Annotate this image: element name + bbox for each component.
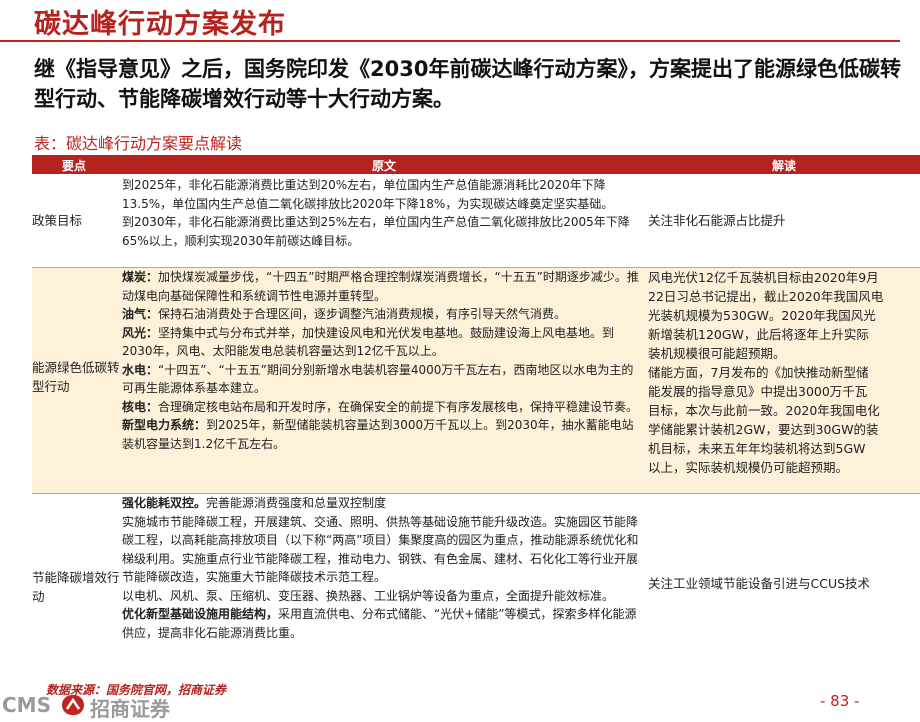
interpretation-line: 风电光伏12亿千瓦装机目标由2020年9月 bbox=[648, 270, 879, 285]
paragraph-label: 风光： bbox=[122, 325, 159, 340]
logo-chinese: 招商证券 bbox=[90, 697, 170, 721]
paragraph-text: 到2025年，非化石能源消费比重达到20%左右，单位国内生产总值能源消耗比202… bbox=[122, 178, 614, 211]
paragraph-label: 煤炭： bbox=[122, 270, 159, 284]
paragraph: 强化能耗双控。完善能源消费强度和总量双控制度 bbox=[122, 494, 644, 513]
paragraph-text: 合理确定核电站布局和开发时序，在确保安全的前提下有序发展核电，保持平稳建设节奏。 bbox=[158, 399, 639, 414]
row-original: 煤炭：加快煤炭减量步伐，“十四五”时期严格合理控制煤炭消费增长，“十五五”时期逐… bbox=[122, 268, 644, 453]
interpretation-line: 新增装机120GW，此后将逐年上升实际 bbox=[648, 327, 869, 342]
paragraph: 水电：“十四五”、“十五五”期间分别新增水电装机容量4000万千瓦左右，西南地区… bbox=[122, 361, 644, 398]
page-number: - 83 - bbox=[820, 692, 860, 710]
interpretation-line: 关注工业领域节能设备引进与CCUS技术 bbox=[648, 576, 871, 591]
header-interpretation: 解读 bbox=[772, 159, 797, 173]
table-header: 要点 原文 解读 bbox=[32, 155, 920, 174]
paragraph-text: 坚持集中式与分布式并举，加快建设风电和光伏发电基地。鼓励建设海上风电基地。到20… bbox=[122, 325, 615, 359]
table-row: 能源绿色低碳转型行动 煤炭：加快煤炭减量步伐，“十四五”时期严格合理控制煤炭消费… bbox=[32, 268, 920, 493]
title-rule bbox=[0, 40, 900, 42]
paragraph-text: 加快煤炭减量步伐，“十四五”时期严格合理控制煤炭消费增长，“十五五”时期逐步减少… bbox=[122, 270, 639, 303]
paragraph-text: 保持石油消费处于合理区间，逐步调整汽油消费规模，有序引导天然气消费。 bbox=[158, 307, 567, 321]
logo-text: CMS bbox=[2, 693, 51, 717]
table-caption: 表：碳达峰行动方案要点解读 bbox=[34, 134, 243, 153]
header-key: 要点 bbox=[62, 159, 87, 173]
table-row: 节能降碳增效行动 强化能耗双控。完善能源消费强度和总量双控制度 实施城市节能降碳… bbox=[32, 494, 920, 680]
paragraph-text: “十四五”、“十五五”期间分别新增水电装机容量4000万千瓦左右，西南地区以水电… bbox=[122, 362, 634, 396]
paragraph: 实施城市节能降碳工程，开展建筑、交通、照明、供热等基础设施节能升级改造。实施园区… bbox=[122, 513, 644, 587]
row-key: 政策目标 bbox=[32, 213, 83, 228]
interpretation-line: 目标，本次与此前一致。2020年我国电化 bbox=[648, 403, 880, 418]
paragraph: 优化新型基础设施用能结构，采用直流供电、分布式储能、“光伏+储能”等模式，探索多… bbox=[122, 605, 644, 642]
logo-mark-icon bbox=[62, 695, 84, 715]
paragraph: 核电：合理确定核电站布局和开发时序，在确保安全的前提下有序发展核电，保持平稳建设… bbox=[122, 398, 644, 417]
interpretation-line: 22日习总书记提出，截止2020年我国风电 bbox=[648, 289, 884, 304]
interpretation-line: 能发展的指导意见》中提出3000万千瓦 bbox=[648, 384, 868, 399]
interpretation-line: 装机规模很可能超预期。 bbox=[648, 346, 786, 361]
interpretation-line: 学储能累计装机2GW，要达到30GW的装 bbox=[648, 422, 879, 437]
interpretation-line: 以上，实际装机规模仍可能超预期。 bbox=[648, 460, 849, 475]
paragraph-label: 优化新型基础设施用能结构， bbox=[122, 607, 279, 621]
interpretation-line: 储能方面，7月发布的《加快推动新型储 bbox=[648, 365, 869, 380]
interpretation-line: 光装机规模为530GW。2020年我国风光 bbox=[648, 308, 876, 323]
paragraph: 到2030年，非化石能源消费比重达到25%左右，单位国内生产总值二氧化碳排放比2… bbox=[122, 213, 644, 250]
interpretation-line: 关注非化石能源占比提升 bbox=[648, 213, 786, 228]
paragraph: 煤炭：加快煤炭减量步伐，“十四五”时期严格合理控制煤炭消费增长，“十五五”时期逐… bbox=[122, 268, 644, 305]
paragraph-text: 实施城市节能降碳工程，开展建筑、交通、照明、供热等基础设施节能升级改造。实施园区… bbox=[122, 514, 639, 585]
paragraph-label: 水电： bbox=[122, 362, 159, 377]
paragraph-label: 强化能耗双控。 bbox=[122, 496, 207, 510]
table-row: 政策目标 到2025年，非化石能源消费比重达到20%左右，单位国内生产总值能源消… bbox=[32, 175, 920, 267]
row-interpretation: 关注工业领域节能设备引进与CCUS技术 bbox=[648, 574, 920, 593]
lead-text: 继《指导意见》之后，国务院印发《2030年前碳达峰行动方案》，方案提出了能源绿色… bbox=[34, 57, 901, 111]
paragraph-label: 核电： bbox=[122, 399, 159, 414]
paragraph-text: 完善能源消费强度和总量双控制度 bbox=[206, 496, 387, 510]
paragraph-label: 新型电力系统： bbox=[122, 418, 207, 432]
paragraph-text: 以电机、风机、泵、压缩机、变压器、换热器、工业锅炉等设备为重点，全面提升能效标准… bbox=[122, 588, 615, 603]
interpretation-line: 机目标，未来五年年均装机将达到5GW bbox=[648, 441, 866, 456]
paragraph: 以电机、风机、泵、压缩机、变压器、换热器、工业锅炉等设备为重点，全面提升能效标准… bbox=[122, 587, 644, 606]
row-key: 能源绿色低碳转型行动 bbox=[32, 360, 120, 394]
paragraph: 风光：坚持集中式与分布式并举，加快建设风电和光伏发电基地。鼓励建设海上风电基地。… bbox=[122, 324, 644, 361]
paragraph: 油气：保持石油消费处于合理区间，逐步调整汽油消费规模，有序引导天然气消费。 bbox=[122, 305, 644, 324]
row-key: 节能降碳增效行动 bbox=[32, 570, 120, 604]
paragraph: 到2025年，非化石能源消费比重达到20%左右，单位国内生产总值能源消耗比202… bbox=[122, 176, 644, 213]
paragraph-text: 到2030年，非化石能源消费比重达到25%左右，单位国内生产总值二氧化碳排放比2… bbox=[122, 215, 630, 248]
row-interpretation: 关注非化石能源占比提升 bbox=[648, 211, 920, 230]
row-original: 强化能耗双控。完善能源消费强度和总量双控制度 实施城市节能降碳工程，开展建筑、交… bbox=[122, 494, 644, 642]
slide-title: 碳达峰行动方案发布 bbox=[34, 9, 286, 40]
row-interpretation: 风电光伏12亿千瓦装机目标由2020年9月 22日习总书记提出，截止2020年我… bbox=[648, 268, 920, 477]
header-original: 原文 bbox=[372, 159, 397, 173]
paragraph: 新型电力系统：到2025年，新型储能装机容量达到3000万千瓦以上。到2030年… bbox=[122, 416, 644, 453]
paragraph-label: 油气： bbox=[122, 307, 159, 321]
row-original: 到2025年，非化石能源消费比重达到20%左右，单位国内生产总值能源消耗比202… bbox=[122, 176, 644, 250]
